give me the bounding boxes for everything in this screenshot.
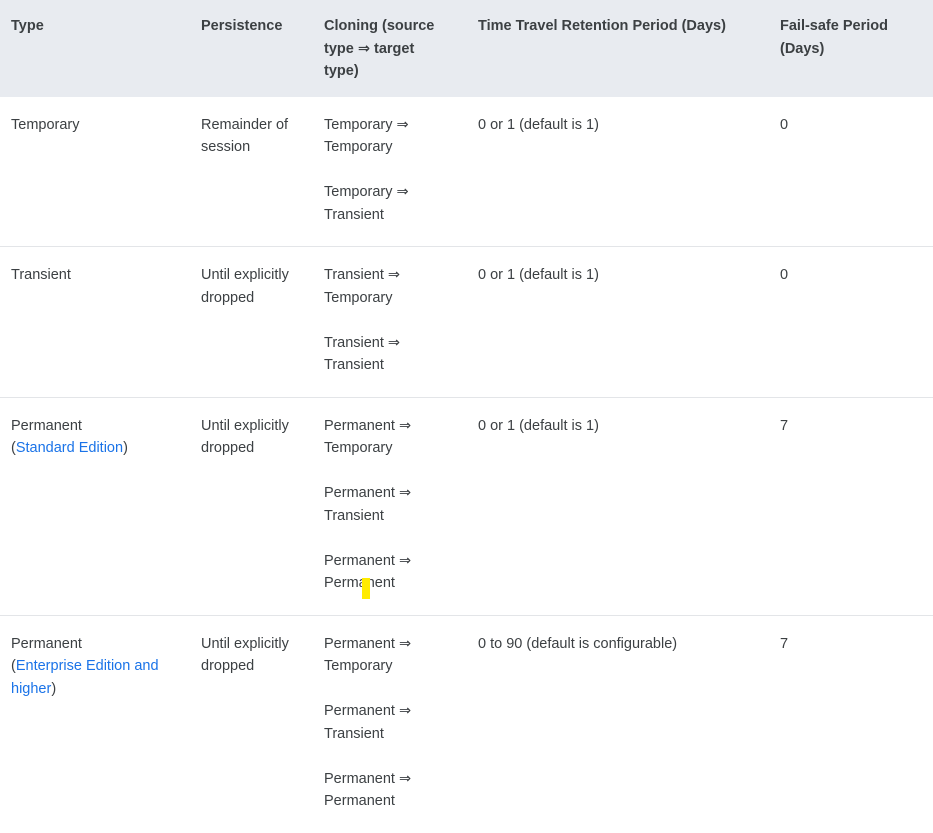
cell-cloning: Transient ⇒ Temporary Transient ⇒ Transi… xyxy=(312,246,466,397)
type-label: Permanent xyxy=(11,635,82,652)
cell-time-travel: 0 or 1 (default is 1) xyxy=(466,246,768,397)
cell-type: Permanent (Enterprise Edition and higher… xyxy=(0,614,189,833)
table-row: Permanent (Enterprise Edition and higher… xyxy=(0,614,933,833)
cell-type: Transient xyxy=(0,246,189,397)
cloning-pair: Permanent ⇒ Permanent xyxy=(324,770,412,810)
type-label: Transient xyxy=(11,267,71,283)
table-row: Transient Until explicitly dropped Trans… xyxy=(0,246,933,397)
text-caret-highlight xyxy=(362,578,370,599)
cell-cloning: Temporary ⇒ Temporary Temporary ⇒ Transi… xyxy=(312,97,466,247)
type-label: Permanent xyxy=(11,417,82,434)
cloning-pair: Permanent ⇒ Temporary xyxy=(324,417,412,457)
column-header-fail-safe: Fail-safe Period (Days) xyxy=(780,18,888,57)
cell-persistence: Remainder of session xyxy=(201,116,289,156)
column-header-type: Type xyxy=(11,18,44,34)
cell-cloning: Permanent ⇒ Temporary Permanent ⇒ Transi… xyxy=(312,396,466,615)
table-row: Temporary Remainder of session Temporary… xyxy=(0,97,933,247)
cell-type: Permanent (Standard Edition) xyxy=(0,396,189,615)
cell-fail-safe: 0 xyxy=(780,116,789,133)
cloning-pair: Permanent ⇒ Temporary xyxy=(324,635,412,675)
cell-persistence: Until explicitly dropped xyxy=(189,614,312,833)
cell-fail-safe: 0 xyxy=(768,246,933,397)
object-type-comparison-table: Type Persistence Cloning (source type ⇒ … xyxy=(0,0,933,833)
link-standard-edition[interactable]: Standard Edition xyxy=(16,440,123,456)
cell-persistence: Until explicitly dropped xyxy=(189,396,312,615)
spec-table-container: Type Persistence Cloning (source type ⇒ … xyxy=(0,0,933,833)
cloning-pair: Temporary ⇒ Transient xyxy=(324,184,409,223)
cell-fail-safe: 7 xyxy=(768,614,933,833)
column-header-cloning: Cloning (source type ⇒ target type) xyxy=(324,18,435,79)
paren-close: ) xyxy=(51,680,57,697)
cloning-pair: Transient ⇒ Transient xyxy=(324,334,401,374)
cloning-pair: Permanent ⇒ Permanent xyxy=(324,552,412,592)
cloning-pair: Permanent ⇒ Transient xyxy=(324,485,412,524)
cloning-pair: Temporary ⇒ Temporary xyxy=(324,116,409,156)
type-label: Temporary xyxy=(11,116,80,133)
column-header-persistence: Persistence xyxy=(201,18,283,34)
cloning-pair: Permanent ⇒ Transient xyxy=(324,703,412,742)
cell-time-travel: 0 or 1 (default is 1) xyxy=(466,396,768,615)
paren-close: ) xyxy=(123,440,128,456)
link-enterprise-edition-and-higher[interactable]: Enterprise Edition and higher xyxy=(11,658,159,697)
table-header-row: Type Persistence Cloning (source type ⇒ … xyxy=(0,0,933,97)
cell-persistence: Until explicitly dropped xyxy=(189,246,312,397)
cell-time-travel: 0 or 1 (default is 1) xyxy=(478,116,599,133)
table-body: Temporary Remainder of session Temporary… xyxy=(0,97,933,833)
column-header-time-travel-retention: Time Travel Retention Period (Days) xyxy=(478,18,726,34)
cell-type: Temporary xyxy=(0,97,189,247)
table-row: Permanent (Standard Edition) Until expli… xyxy=(0,396,933,615)
cloning-pair: Transient ⇒ Temporary xyxy=(324,267,401,306)
cell-fail-safe: 7 xyxy=(768,396,933,615)
cell-time-travel: 0 to 90 (default is configurable) xyxy=(466,614,768,833)
cell-cloning: Permanent ⇒ Temporary Permanent ⇒ Transi… xyxy=(312,614,466,833)
table-header: Type Persistence Cloning (source type ⇒ … xyxy=(0,0,933,97)
